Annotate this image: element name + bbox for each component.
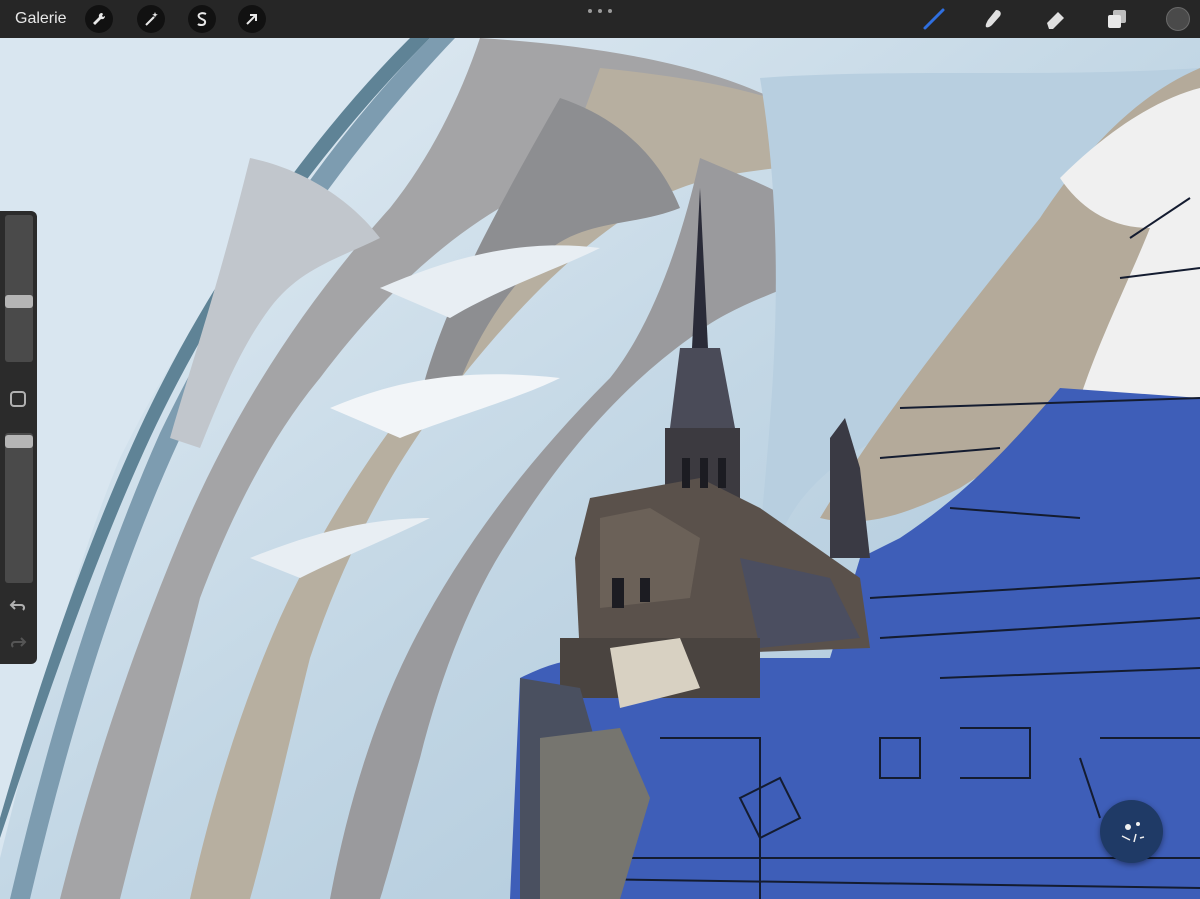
smudge-tool-button[interactable] (980, 6, 1008, 32)
artwork (0, 38, 1200, 899)
dot-icon (598, 9, 602, 13)
brush-size-slider[interactable] (5, 215, 33, 362)
redo-icon (10, 637, 27, 648)
transform-button[interactable] (238, 5, 266, 33)
gallery-button[interactable]: Galerie (15, 10, 67, 28)
layers-icon (1108, 10, 1126, 28)
quickmenu-button[interactable] (1100, 800, 1163, 863)
more-options-button[interactable] (588, 4, 612, 18)
smudge-icon (985, 10, 1001, 28)
transform-arrow-icon (246, 14, 257, 25)
selection-button[interactable] (188, 5, 216, 33)
eraser-icon (1047, 12, 1064, 29)
opacity-thumb[interactable] (5, 435, 33, 448)
top-toolbar: Galerie (0, 0, 1200, 38)
layers-button[interactable] (1103, 6, 1131, 32)
actions-button[interactable] (85, 5, 113, 33)
undo-button[interactable] (8, 596, 28, 616)
undo-icon (9, 600, 26, 611)
adjustments-button[interactable] (137, 5, 165, 33)
drawing-canvas[interactable] (0, 38, 1200, 899)
selection-s-icon (197, 12, 207, 26)
magic-wand-icon (145, 12, 158, 26)
dot-icon (588, 9, 592, 13)
redo-button[interactable] (8, 633, 28, 653)
brush-icon (923, 8, 945, 30)
eraser-tool-button[interactable] (1042, 6, 1070, 32)
color-picker-button[interactable] (1166, 7, 1190, 31)
brush-size-thumb[interactable] (5, 295, 33, 308)
left-sidebar (0, 211, 37, 664)
opacity-slider[interactable] (5, 433, 33, 583)
quickmenu-icon (1121, 821, 1144, 842)
modify-button[interactable] (10, 391, 26, 407)
brush-tool-button[interactable] (920, 6, 948, 32)
wrench-icon (93, 12, 106, 25)
dot-icon (608, 9, 612, 13)
